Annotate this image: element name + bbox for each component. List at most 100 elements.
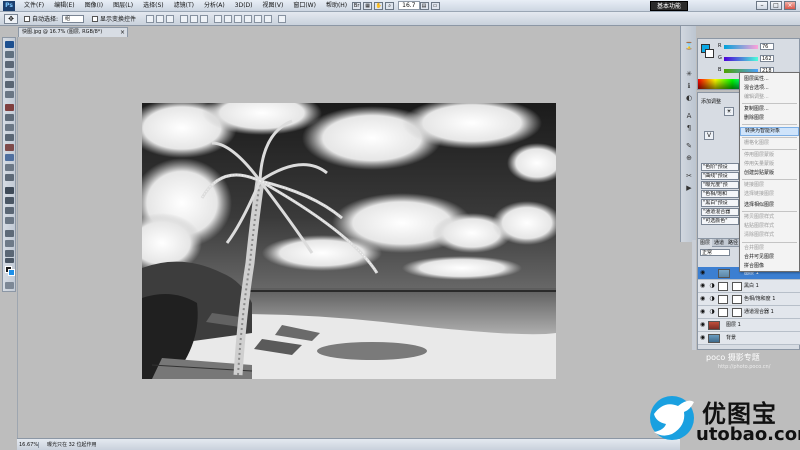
type-tool-icon[interactable] — [5, 197, 14, 204]
move-tool-icon[interactable] — [5, 41, 14, 48]
bridge-icon[interactable]: Br — [352, 1, 362, 10]
gradient-tool-icon[interactable] — [5, 154, 14, 161]
menu-edit[interactable]: 编辑(E) — [49, 0, 79, 12]
menu-item-duplicate-layer[interactable]: 复制图层... — [740, 105, 799, 114]
menu-item-disable-vector-mask[interactable]: 停用矢量蒙版 — [740, 160, 799, 169]
auto-align-icon[interactable] — [278, 14, 287, 23]
menu-item-flatten-image[interactable]: 拼合图像 — [740, 262, 799, 271]
menu-item-link-layers[interactable]: 链接图层 — [740, 181, 799, 190]
3d-orbit-tool-icon[interactable] — [5, 240, 14, 247]
align-right-icon[interactable] — [200, 14, 209, 23]
screen-mode-icon[interactable]: ▭ — [430, 1, 440, 10]
hand-tool-icon[interactable]: ✋ — [374, 1, 384, 10]
marquee-tool-icon[interactable] — [5, 51, 14, 58]
zoom-tool-icon-tb[interactable] — [5, 258, 14, 263]
dodge-tool-icon[interactable] — [5, 174, 14, 181]
menu-item-copy-layer-style[interactable]: 拷贝图层样式 — [740, 213, 799, 222]
close-button[interactable]: × — [784, 1, 796, 10]
preset-exposure[interactable]: "曝光度"预 — [701, 181, 739, 189]
visibility-eye-icon[interactable]: ◉ — [700, 309, 706, 315]
menu-layer[interactable]: 图层(L) — [108, 0, 138, 12]
zoom-level-field[interactable]: 16.7 — [398, 1, 420, 10]
tab-layers[interactable]: 图层 — [698, 239, 713, 247]
minibridge-icon[interactable]: ▦ — [363, 1, 373, 10]
menu-3d[interactable]: 3D(D) — [230, 0, 258, 12]
align-bottom-icon[interactable] — [166, 14, 175, 23]
menu-select[interactable]: 选择(S) — [138, 0, 169, 12]
minimize-button[interactable]: – — [756, 1, 768, 10]
visibility-eye-icon[interactable]: ◉ — [700, 322, 706, 328]
preset-levels[interactable]: "色阶"预设 — [701, 163, 739, 171]
tool-presets-panel-icon[interactable]: ✂ — [684, 172, 694, 181]
menu-item-paste-layer-style[interactable]: 粘贴图层样式 — [740, 222, 799, 231]
menu-item-select-linked-layers[interactable]: 选择链接图层 — [740, 190, 799, 199]
brightness-contrast-icon[interactable]: ☀ — [724, 107, 734, 116]
clone-stamp-tool-icon[interactable] — [5, 124, 14, 131]
eraser-tool-icon[interactable] — [5, 144, 14, 151]
color-panel-background-swatch[interactable] — [705, 49, 714, 58]
distribute-left-icon[interactable] — [244, 14, 253, 23]
menu-item-delete-layer[interactable]: 删除图层 — [740, 114, 799, 123]
menu-item-disable-layer-mask[interactable]: 停用图层蒙版 — [740, 151, 799, 160]
clone-source-panel-icon[interactable]: ⊕ — [684, 154, 694, 163]
preset-hue-saturation[interactable]: "色相/饱和 — [701, 190, 739, 198]
zoom-tool-icon[interactable]: ⌕ — [385, 1, 395, 10]
distribute-bottom-icon[interactable] — [234, 14, 243, 23]
layer-row[interactable]: ◉ ◑ 黑白 1 — [698, 280, 800, 293]
preset-curves[interactable]: "曲线"预设 — [701, 172, 739, 180]
brush-tool-icon[interactable] — [5, 114, 14, 121]
brush-panel-icon[interactable]: ✎ — [684, 142, 694, 151]
menu-item-convert-to-smart-object[interactable]: 转换为智能对象 — [740, 127, 799, 136]
menu-item-clear-layer-style[interactable]: 清除图层样式 — [740, 231, 799, 240]
history-brush-tool-icon[interactable] — [5, 134, 14, 141]
menu-analysis[interactable]: 分析(A) — [199, 0, 230, 12]
status-zoom-field[interactable]: 16.67% — [17, 441, 39, 448]
align-top-icon[interactable] — [146, 14, 155, 23]
menu-image[interactable]: 图像(I) — [80, 0, 108, 12]
menu-help[interactable]: 帮助(H) — [321, 0, 352, 12]
shape-tool-icon[interactable] — [5, 217, 14, 224]
arrange-documents-icon[interactable]: ▤ — [419, 1, 429, 10]
tab-channels[interactable]: 通道 — [712, 239, 726, 247]
menu-filter[interactable]: 滤镜(T) — [169, 0, 199, 12]
lasso-tool-icon[interactable] — [5, 61, 14, 68]
hand-tool-icon-tb[interactable] — [5, 250, 14, 257]
layer-row[interactable]: ◉ 图层 1 — [698, 319, 800, 332]
menu-item-create-clipping-mask[interactable]: 创建剪贴蒙版 — [740, 169, 799, 178]
crop-tool-icon[interactable] — [5, 81, 14, 88]
info-panel-icon[interactable]: ℹ — [684, 82, 694, 91]
tab-paths[interactable]: 路径 — [726, 239, 740, 247]
menu-window[interactable]: 窗口(W) — [288, 0, 321, 12]
auto-select-dropdown[interactable]: 组 — [62, 14, 85, 23]
align-hcenter-icon[interactable] — [190, 14, 199, 23]
menu-item-edit-adjustment[interactable]: 编辑调整... — [740, 93, 799, 102]
background-color-swatch[interactable] — [8, 269, 15, 276]
character-panel-icon[interactable]: A — [684, 112, 694, 121]
blend-mode-dropdown[interactable]: 正常 — [700, 249, 730, 256]
show-transform-checkbox[interactable] — [92, 15, 99, 22]
menu-item-layer-properties[interactable]: 图层属性... — [740, 75, 799, 84]
healing-brush-tool-icon[interactable] — [5, 104, 14, 111]
auto-select-checkbox[interactable] — [24, 15, 30, 22]
quick-mask-icon[interactable] — [5, 282, 14, 289]
menu-view[interactable]: 视图(V) — [258, 0, 289, 12]
menu-item-select-similar-layers[interactable]: 选择相似图层 — [740, 201, 799, 210]
canvas-area[interactable] — [17, 37, 680, 438]
pen-tool-icon[interactable] — [5, 187, 14, 194]
visibility-eye-icon[interactable]: ◉ — [700, 270, 706, 276]
workspace-switcher-button[interactable]: 基本功能 — [650, 1, 688, 11]
quick-select-tool-icon[interactable] — [5, 71, 14, 78]
preset-selective-color[interactable]: "可选颜色" — [701, 217, 739, 225]
align-left-icon[interactable] — [180, 14, 189, 23]
close-document-icon[interactable]: × — [120, 28, 125, 37]
history-panel-icon[interactable]: ⌛ — [684, 42, 694, 51]
distribute-vcenter-icon[interactable] — [224, 14, 233, 23]
layer-row[interactable]: ◉ ◑ 色相/饱和度 1 — [698, 293, 800, 306]
layers-scrollbar[interactable] — [692, 240, 696, 350]
menu-item-merge-visible[interactable]: 合并可见图层 — [740, 253, 799, 262]
eyedropper-tool-icon[interactable] — [5, 91, 14, 98]
blur-tool-icon[interactable] — [5, 164, 14, 171]
navigator-panel-icon[interactable]: ✳ — [684, 70, 694, 79]
visibility-eye-icon[interactable]: ◉ — [700, 296, 706, 302]
maximize-button[interactable]: □ — [770, 1, 782, 10]
